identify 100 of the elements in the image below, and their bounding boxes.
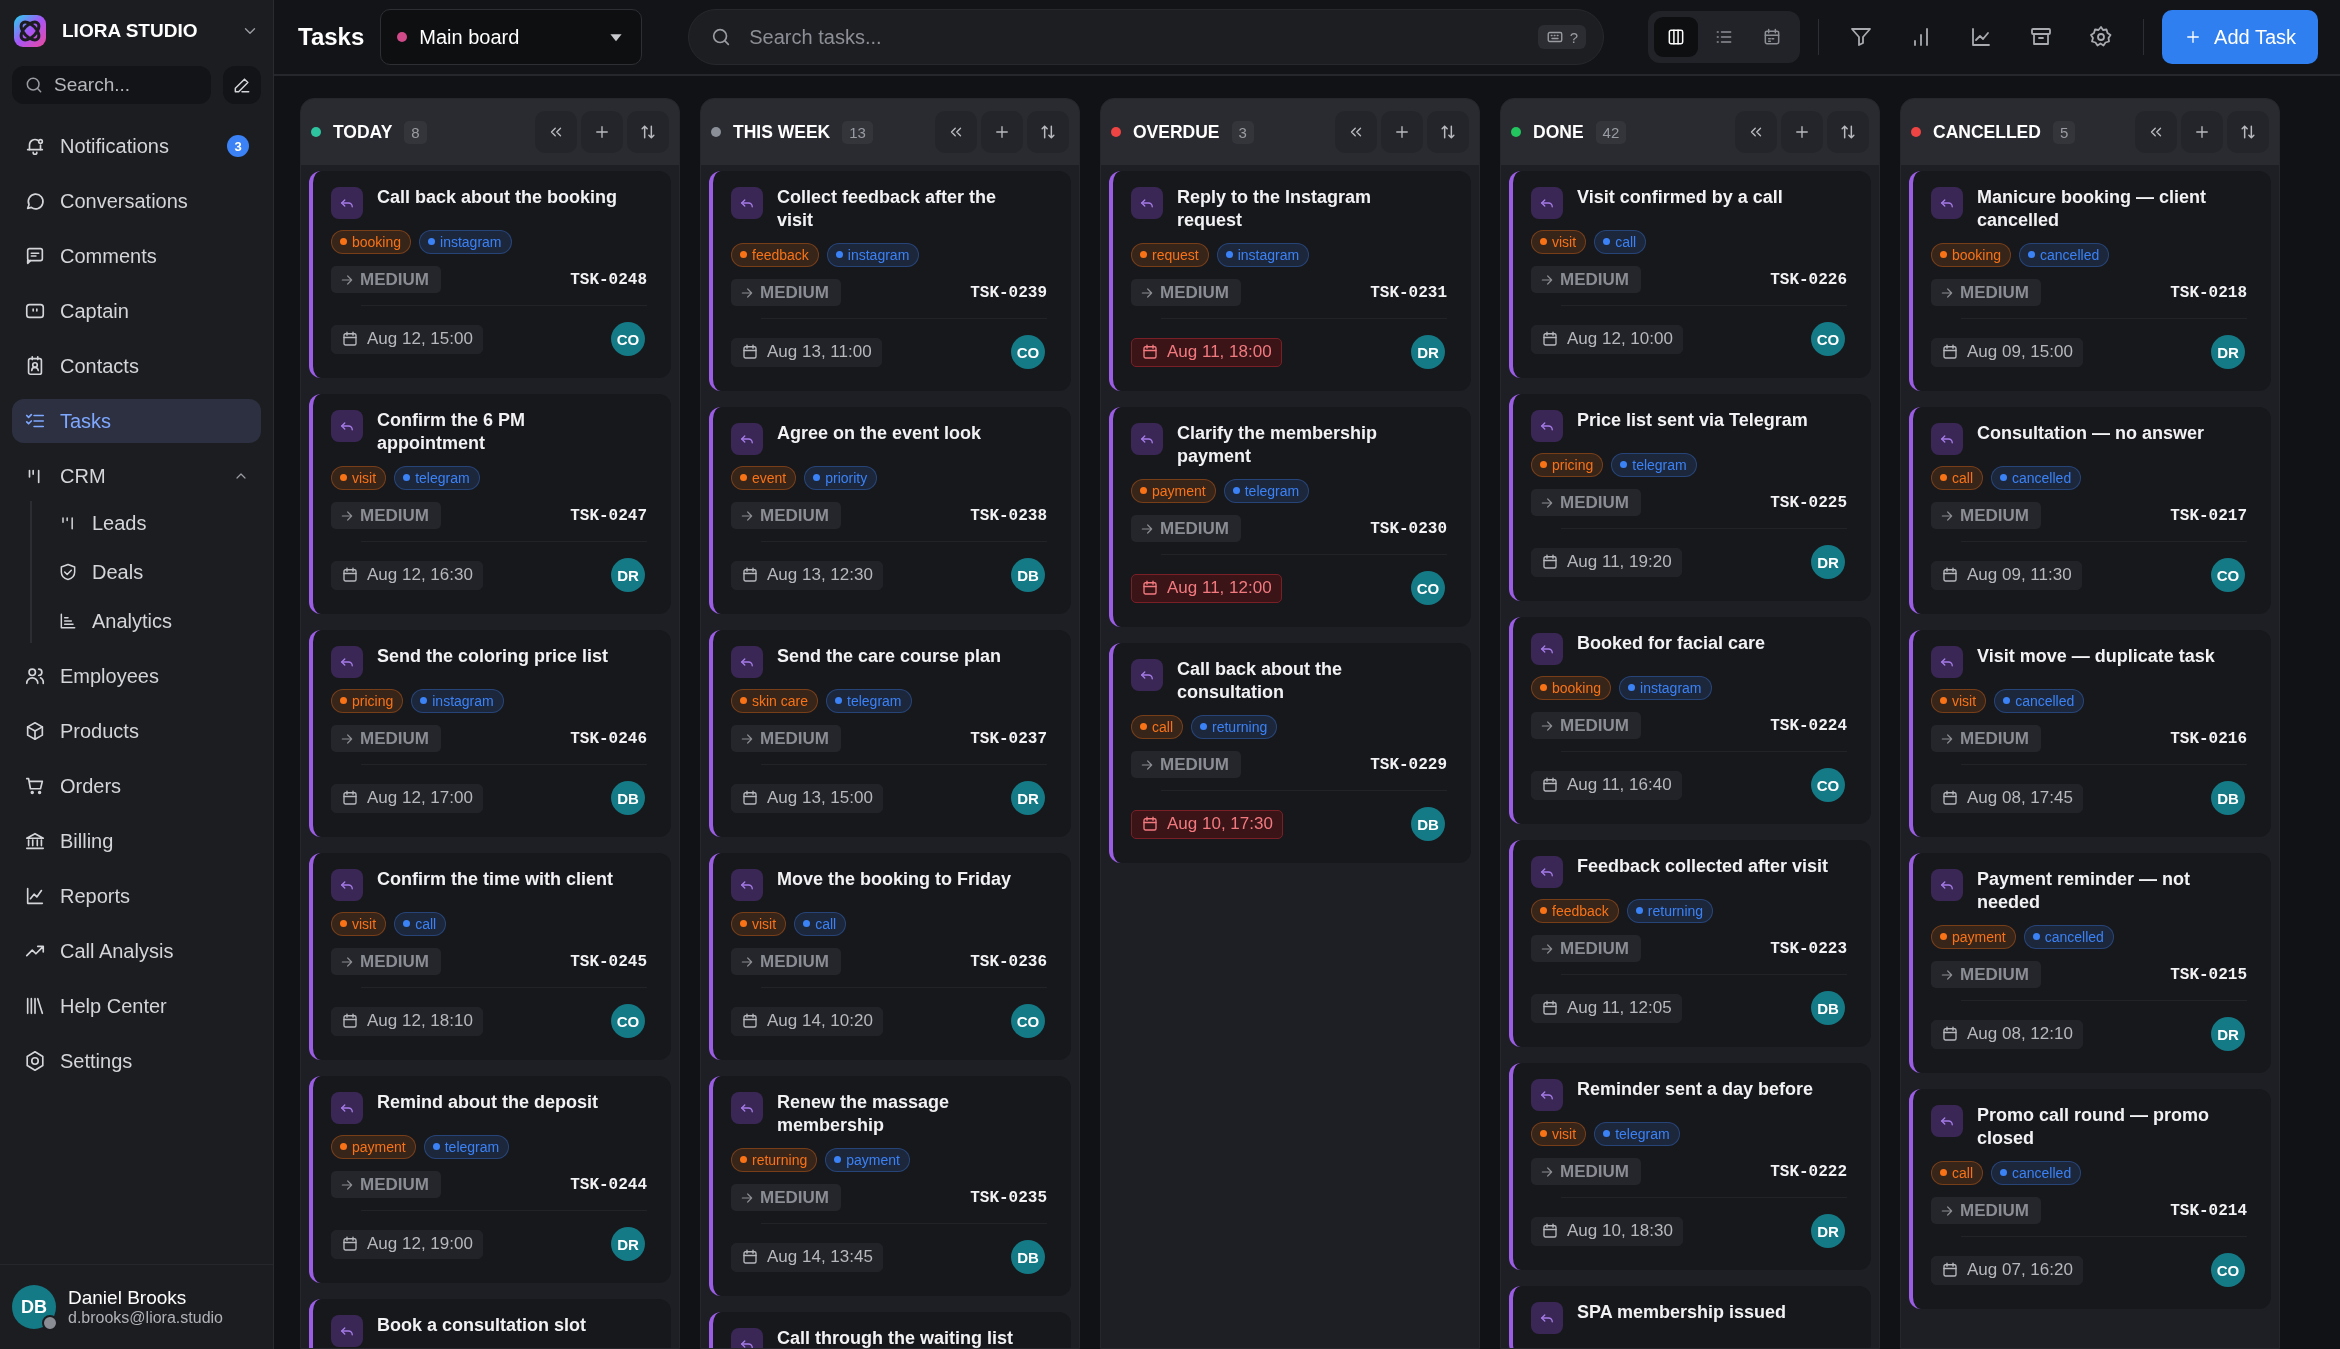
priority-label: MEDIUM	[1560, 1161, 1629, 1182]
nav-item[interactable]: Contacts	[12, 344, 261, 388]
nav-item[interactable]: Comments	[12, 234, 261, 278]
assignee-avatar[interactable]: DR	[1811, 1214, 1845, 1248]
task-card[interactable]: Remind about the deposit payment telegram MEDIUM TSK-0244 Aug 12, 19:00 DR	[309, 1076, 671, 1283]
nav-item[interactable]: Notifications 3	[12, 124, 261, 168]
assignee-avatar[interactable]: CO	[611, 1004, 645, 1038]
nav-item[interactable]: Products	[12, 709, 261, 753]
task-card[interactable]: Call back about the booking booking instagram MEDIUM TSK-0248 Aug 12, 15:00 CO	[309, 171, 671, 378]
nav-item[interactable]: Leads	[46, 501, 261, 545]
assignee-avatar[interactable]: CO	[2211, 558, 2245, 592]
task-title: Visit confirmed by a call	[1577, 186, 1783, 209]
task-card[interactable]: Call through the waiting list	[709, 1312, 1071, 1348]
task-title: Clarify the membership payment	[1177, 422, 1379, 468]
tag-label: cancelled	[2044, 927, 2104, 946]
nav-item[interactable]: CRM	[12, 454, 261, 498]
count-badge: 13	[842, 120, 873, 144]
task-card[interactable]: Send the coloring price list pricing instagram MEDIUM TSK-0246 Aug 12, 17:00 DB	[309, 630, 671, 837]
assignee-avatar[interactable]: DR	[1811, 545, 1845, 579]
priority-label: MEDIUM	[1160, 754, 1229, 775]
assignee-avatar[interactable]: DB	[1011, 1240, 1045, 1274]
task-card[interactable]: Renew the massage membership returning payment MEDIUM TSK-0235 Aug 14, 13:45 DB	[709, 1076, 1071, 1296]
assignee-avatar[interactable]: DR	[611, 1227, 645, 1261]
task-title: Payment reminder — not needed	[1977, 868, 2192, 914]
assignee-avatar[interactable]: DB	[611, 781, 645, 815]
board-select[interactable]: Main board	[380, 9, 643, 65]
column-title: TODAY	[333, 121, 393, 143]
task-card[interactable]: Move the booking to Friday visit call MEDIUM TSK-0236 Aug 14, 10:20 CO	[709, 853, 1071, 1060]
assignee-avatar[interactable]: CO	[1011, 1004, 1045, 1038]
task-card[interactable]: Visit confirmed by a call visit call MEDIUM TSK-0226 Aug 12, 10:00 CO	[1509, 171, 1871, 378]
assignee-avatar[interactable]: CO	[1411, 571, 1445, 605]
assignee-avatar[interactable]: CO	[611, 322, 645, 356]
assignee-avatar[interactable]: DR	[2211, 335, 2245, 369]
task-card[interactable]: Reminder sent a day before visit telegram MEDIUM TSK-0222 Aug 10, 18:30 DR	[1509, 1063, 1871, 1270]
task-card[interactable]: Booked for facial care booking instagram MEDIUM TSK-0224 Aug 11, 16:40 CO	[1509, 617, 1871, 824]
task-title: Remind about the deposit	[377, 1091, 598, 1114]
task-card[interactable]: Payment reminder — not needed payment cancelled MEDIUM TSK-0215 Aug 08, 12:10 DR	[1909, 853, 2271, 1073]
nav-item[interactable]: Conversations	[12, 179, 261, 223]
nav-item[interactable]: Call Analysis	[12, 929, 261, 973]
workspace-name[interactable]: LIORA STUDIO	[62, 20, 227, 42]
nav-item[interactable]: Employees	[12, 654, 261, 698]
nav-item[interactable]: Reports	[12, 874, 261, 918]
task-card[interactable]: Confirm the time with client visit call MEDIUM TSK-0245 Aug 12, 18:10 CO	[309, 853, 671, 1060]
nav-item[interactable]: Analytics	[46, 599, 261, 643]
task-id: TSK-0231	[1370, 283, 1447, 302]
assignee-avatar[interactable]: DB	[1411, 807, 1445, 841]
task-card[interactable]: Visit move — duplicate task visit cancelled MEDIUM TSK-0216 Aug 08, 17:45 DB	[1909, 630, 2271, 837]
task-id: TSK-0245	[570, 952, 647, 971]
priority-label: MEDIUM	[760, 951, 829, 972]
assignee-avatar[interactable]: CO	[1011, 335, 1045, 369]
assignee-avatar[interactable]: CO	[2211, 1253, 2245, 1287]
user-avatar[interactable]: DB	[12, 1285, 56, 1329]
task-card[interactable]: Collect feedback after the visit feedback instagram MEDIUM TSK-0239 Aug 13, 11:00 CO	[709, 171, 1071, 391]
task-card[interactable]: Call back about the consultation call returning MEDIUM TSK-0229 Aug 10, 17:30 DB	[1109, 643, 1471, 863]
task-title: Collect feedback after the visit	[777, 186, 998, 232]
assignee-avatar[interactable]: DB	[1811, 991, 1845, 1025]
task-card[interactable]: Agree on the event look event priority MEDIUM TSK-0238 Aug 13, 12:30 DB	[709, 407, 1071, 614]
task-title: Call through the waiting list	[777, 1327, 1013, 1348]
nav-item[interactable]: Deals	[46, 550, 261, 594]
priority-label: MEDIUM	[360, 951, 429, 972]
due-date: Aug 12, 16:30	[367, 565, 473, 585]
priority-label: MEDIUM	[1960, 964, 2029, 985]
task-card[interactable]: Price list sent via Telegram pricing telegram MEDIUM TSK-0225 Aug 11, 19:20 DR	[1509, 394, 1871, 601]
nav-item[interactable]: Orders	[12, 764, 261, 808]
task-card[interactable]: Promo call round — promo closed call cancelled MEDIUM TSK-0214 Aug 07, 16:20 CO	[1909, 1089, 2271, 1309]
tag-label: visit	[1952, 691, 1977, 710]
nav-item[interactable]: Settings	[12, 1039, 261, 1083]
assignee-avatar[interactable]: DR	[1411, 335, 1445, 369]
task-card[interactable]: Confirm the 6 PM appointment visit telegram MEDIUM TSK-0247 Aug 12, 16:30 DR	[309, 394, 671, 614]
task-card[interactable]: Send the care course plan skin care telegram MEDIUM TSK-0237 Aug 13, 15:00 DR	[709, 630, 1071, 837]
task-card[interactable]: Manicure booking — client cancelled booking cancelled MEDIUM TSK-0218 Aug 09, 15:00 DR	[1909, 171, 2271, 391]
task-id: TSK-0225	[1770, 493, 1847, 512]
priority-label: MEDIUM	[760, 728, 829, 749]
task-card[interactable]: Feedback collected after visit feedback returning MEDIUM TSK-0223 Aug 11, 12:05 DB	[1509, 840, 1871, 1047]
assignee-avatar[interactable]: DR	[1011, 781, 1045, 815]
tag-label: telegram	[1632, 455, 1687, 474]
task-card[interactable]: Clarify the membership payment payment telegram MEDIUM TSK-0230 Aug 11, 12:00 CO	[1109, 407, 1471, 627]
priority-label: MEDIUM	[360, 269, 429, 290]
tag-label: payment	[352, 1137, 406, 1156]
task-title: Book a consultation slot	[377, 1314, 586, 1337]
count-badge: 42	[1595, 120, 1627, 144]
assignee-avatar[interactable]: CO	[1811, 322, 1845, 356]
task-card[interactable]: Book a consultation slot	[309, 1299, 671, 1348]
assignee-avatar[interactable]: DB	[2211, 781, 2245, 815]
nav-item[interactable]: Tasks	[12, 399, 261, 443]
task-title: Renew the massage membership	[777, 1091, 951, 1137]
assignee-avatar[interactable]: CO	[1811, 768, 1845, 802]
add-task-button[interactable]: Add Task	[2162, 10, 2318, 64]
assignee-avatar[interactable]: DB	[1011, 558, 1045, 592]
task-card[interactable]: Reply to the Instagram request request instagram MEDIUM TSK-0231 Aug 11, 18:00 DR	[1109, 171, 1471, 391]
assignee-avatar[interactable]: DR	[611, 558, 645, 592]
nav-item[interactable]: Billing	[12, 819, 261, 863]
nav-item[interactable]: Captain	[12, 289, 261, 333]
task-card[interactable]: Consultation — no answer call cancelled MEDIUM TSK-0217 Aug 09, 11:30 CO	[1909, 407, 2271, 614]
tag-label: cancelled	[2012, 468, 2072, 487]
nav-item[interactable]: Help Center	[12, 984, 261, 1028]
priority-label: MEDIUM	[360, 505, 429, 526]
search-field[interactable]: Search...	[12, 66, 211, 104]
task-card[interactable]: SPA membership issued	[1509, 1286, 1871, 1348]
assignee-avatar[interactable]: DR	[2211, 1017, 2245, 1051]
